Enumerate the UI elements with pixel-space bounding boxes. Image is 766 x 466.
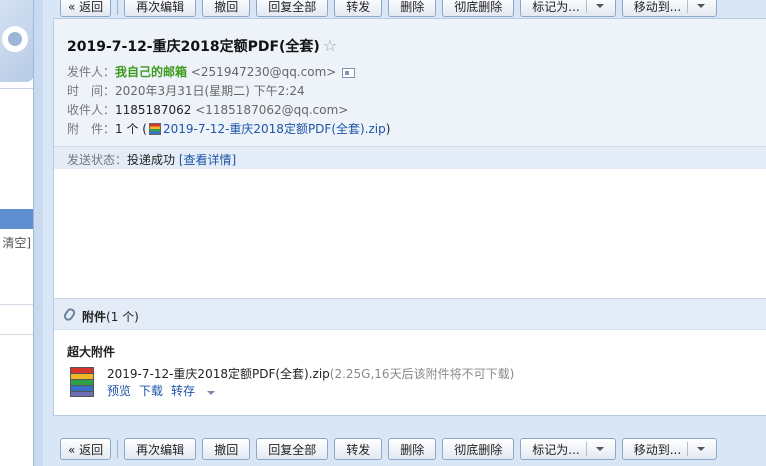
logo-ring-icon xyxy=(2,26,28,52)
dropdown-toggle xyxy=(687,0,706,13)
mail-read-panel: « 返回 再次编辑 撤回 回复全部 转发 删除 彻底删除 标记为... 移动到.… xyxy=(43,0,766,466)
attachment-row: 附 件：1 个 ( 2019-7-12-重庆2018定额PDF(全套).zip) xyxy=(67,120,390,137)
attachment-count: 1 个 ( xyxy=(115,122,147,136)
zip-archive-icon xyxy=(70,367,94,397)
attachments-header: 附件(1 个) xyxy=(54,298,766,330)
star-icon[interactable]: ☆ xyxy=(323,36,337,55)
paperclip-icon xyxy=(62,306,77,323)
delivery-status-bar: 发送状态：投递成功 [查看详情] xyxy=(54,146,766,169)
sender-name[interactable]: 我自己的邮箱 xyxy=(115,65,187,79)
status-detail-link[interactable]: [查看详情] xyxy=(179,153,236,167)
sender-row: 发件人：我自己的邮箱 <251947230@qq.com> xyxy=(67,63,356,80)
move-to-dropdown[interactable]: 移动到... xyxy=(621,438,718,460)
dropdown-toggle xyxy=(585,442,604,456)
delete-button[interactable]: 删除 xyxy=(388,0,437,17)
reply-all-button[interactable]: 回复全部 xyxy=(256,0,329,17)
large-attachment-label: 超大附件 xyxy=(67,345,116,359)
recipient-row: 收件人：1185187062 <1185187062@qq.com> xyxy=(67,101,348,118)
chevron-down-icon xyxy=(697,447,706,451)
sidebar-divider xyxy=(0,88,33,89)
delete-permanently-button[interactable]: 彻底删除 xyxy=(442,438,515,460)
attachment-file-info: (2.25G,16天后该附件将不可下载) xyxy=(329,367,515,381)
preview-link[interactable]: 预览 xyxy=(107,384,131,398)
toolbar-separator xyxy=(117,0,119,15)
back-button[interactable]: « 返回 xyxy=(60,0,112,17)
time-value: 2020年3月31日(星期二) 下午2:24 xyxy=(115,84,305,98)
sidebar-divider xyxy=(0,334,33,335)
forward-button[interactable]: 转发 xyxy=(334,438,383,460)
delete-button[interactable]: 删除 xyxy=(388,438,437,460)
sender-label: 发件人： xyxy=(67,65,116,79)
status-label: 发送状态： xyxy=(67,153,128,167)
sender-email: <251947230@qq.com> xyxy=(190,65,337,79)
mail-subject: 2019-7-12-重庆2018定额PDF(全套) ☆ xyxy=(67,36,337,56)
sidebar: 清空] xyxy=(0,0,34,466)
attachment-label: 附 件： xyxy=(67,122,116,136)
mail-logo xyxy=(0,0,33,82)
dropdown-toggle xyxy=(585,0,604,13)
recall-button[interactable]: 撤回 xyxy=(202,438,251,460)
toolbar-bottom: « 返回 再次编辑 撤回 回复全部 转发 删除 彻底删除 标记为... 移动到.… xyxy=(60,437,723,461)
attachment-actions: 预览 下载 转存 xyxy=(107,382,231,399)
chevron-down-icon xyxy=(595,447,604,451)
attachment-link[interactable]: 2019-7-12-重庆2018定额PDF(全套).zip xyxy=(163,122,386,136)
subject-text: 2019-7-12-重庆2018定额PDF(全套) xyxy=(67,39,320,55)
attachments-title-text: 附件 xyxy=(82,310,107,324)
move-to-label: 移动到... xyxy=(633,0,682,14)
mark-as-dropdown[interactable]: 标记为... xyxy=(520,438,616,460)
move-to-label: 移动到... xyxy=(633,442,682,457)
forward-button[interactable]: 转发 xyxy=(334,0,383,17)
mail-header: 2019-7-12-重庆2018定额PDF(全套) ☆ 发件人：我自己的邮箱 <2… xyxy=(54,19,766,169)
sidebar-item-selected[interactable] xyxy=(0,209,33,229)
move-to-dropdown[interactable]: 移动到... xyxy=(621,0,718,17)
attachment-file-name: 2019-7-12-重庆2018定额PDF(全套).zip xyxy=(107,367,330,381)
recall-button[interactable]: 撤回 xyxy=(202,0,251,17)
delivery-status: 发送状态：投递成功 [查看详情] xyxy=(67,151,236,168)
time-row: 时 间：2020年3月31日(星期二) 下午2:24 xyxy=(67,82,305,99)
edit-again-button[interactable]: 再次编辑 xyxy=(124,0,197,17)
sidebar-divider xyxy=(0,304,33,305)
attachment-close-paren: ) xyxy=(385,122,391,136)
toolbar-separator xyxy=(117,440,119,458)
archive-stripe xyxy=(70,391,94,397)
mark-as-label: 标记为... xyxy=(532,0,580,14)
attachment-file: 2019-7-12-重庆2018定额PDF(全套).zip(2.25G,16天后… xyxy=(107,365,514,382)
contact-card-icon[interactable] xyxy=(342,67,356,78)
sidebar-clear-link[interactable]: 清空] xyxy=(2,234,31,251)
download-link[interactable]: 下载 xyxy=(139,384,163,398)
chevron-down-icon xyxy=(595,4,604,8)
mark-as-label: 标记为... xyxy=(532,442,580,457)
recipient-name[interactable]: 1185187062 xyxy=(115,103,191,117)
recipient-email: <1185187062@qq.com> xyxy=(195,103,349,117)
chevron-down-icon xyxy=(207,391,216,395)
save-to-label: 转存 xyxy=(171,384,196,398)
mark-as-dropdown[interactable]: 标记为... xyxy=(520,0,616,17)
attachments-count: (1 个) xyxy=(106,310,139,324)
reply-all-button[interactable]: 回复全部 xyxy=(256,438,329,460)
save-to-dropdown[interactable]: 转存 xyxy=(171,384,223,398)
chevron-down-icon xyxy=(697,4,706,8)
back-button[interactable]: « 返回 xyxy=(60,438,112,460)
mail-content: 2019-7-12-重庆2018定额PDF(全套) ☆ 发件人：我自己的邮箱 <2… xyxy=(53,18,766,416)
edit-again-button[interactable]: 再次编辑 xyxy=(124,438,197,460)
dropdown-toggle xyxy=(687,442,706,456)
recipient-label: 收件人： xyxy=(67,103,116,117)
attachments-title: 附件(1 个) xyxy=(82,308,139,325)
time-label: 时 间： xyxy=(67,84,116,98)
delete-permanently-button[interactable]: 彻底删除 xyxy=(442,0,515,17)
toolbar-top: « 返回 再次编辑 撤回 回复全部 转发 删除 彻底删除 标记为... 移动到.… xyxy=(60,0,723,18)
status-value: 投递成功 xyxy=(127,153,176,167)
zip-file-icon xyxy=(148,123,161,135)
